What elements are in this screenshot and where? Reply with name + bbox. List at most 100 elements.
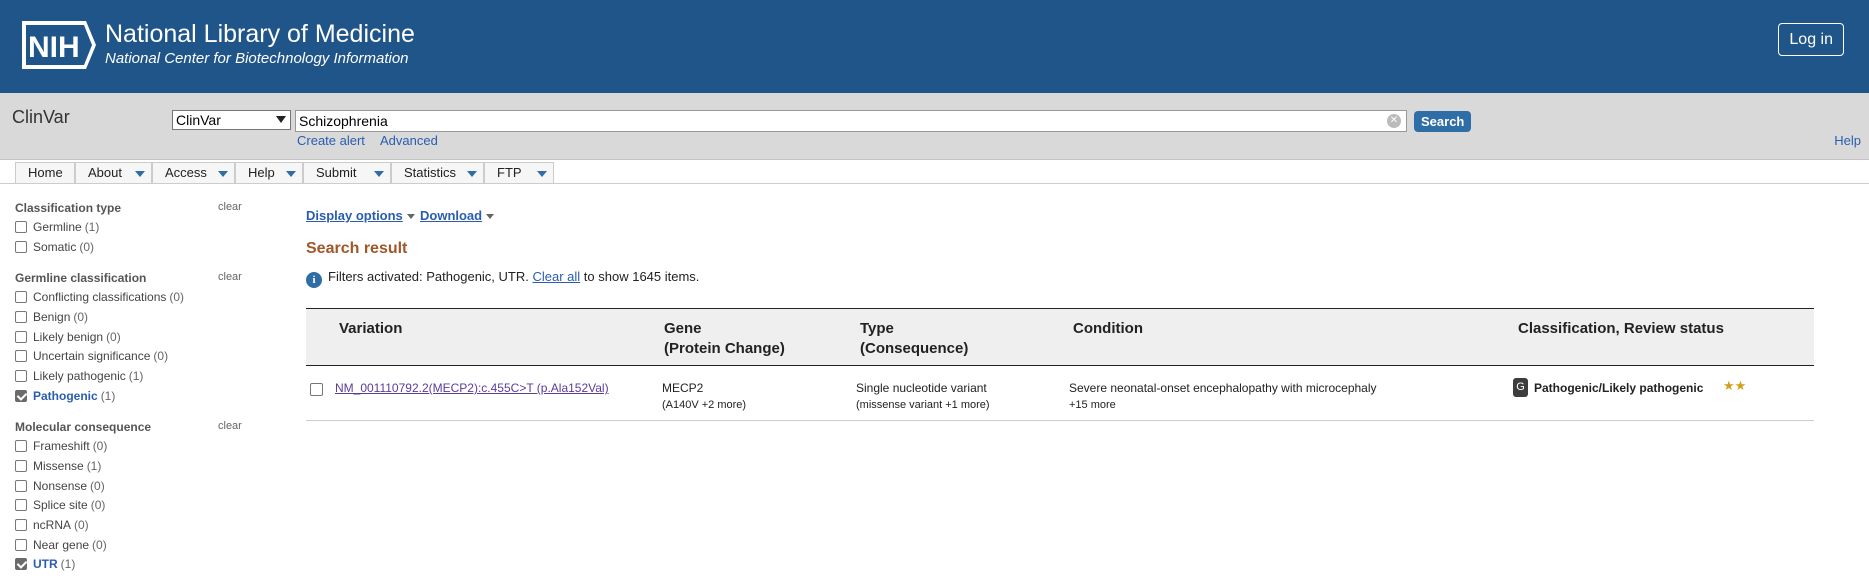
filter-label: Pathogenic bbox=[33, 389, 98, 403]
nih-title[interactable]: National Library of Medicine bbox=[105, 20, 415, 49]
filter-nonsense[interactable]: Nonsense (0) bbox=[15, 479, 105, 495]
table-row: NM_001110792.2(MECP2):c.455C>T (p.Ala152… bbox=[306, 366, 1814, 421]
filter-label: Frameshift bbox=[33, 439, 90, 453]
search-button[interactable]: Search bbox=[1414, 111, 1472, 132]
column-header-type-label: Type bbox=[860, 320, 894, 337]
filter-clear-link[interactable]: clear bbox=[218, 201, 242, 213]
checkbox[interactable] bbox=[15, 221, 27, 233]
filter-label: Benign bbox=[33, 310, 71, 324]
filter-count: (0) bbox=[169, 290, 185, 304]
consequence-cell: (missense variant +1 more) bbox=[856, 399, 990, 411]
checkbox[interactable] bbox=[15, 350, 27, 362]
filter-label: Likely pathogenic bbox=[33, 369, 126, 383]
checkbox[interactable] bbox=[15, 291, 27, 303]
filter-frameshift[interactable]: Frameshift (0) bbox=[15, 439, 107, 455]
filter-germline[interactable]: Germline (1) bbox=[15, 220, 99, 236]
germline-badge: G bbox=[1513, 378, 1528, 397]
clear-all-link[interactable]: Clear all bbox=[532, 269, 580, 284]
filter-uncertain[interactable]: Uncertain significance (0) bbox=[15, 349, 168, 365]
advanced-link[interactable]: Advanced bbox=[380, 133, 438, 148]
filter-count: (1) bbox=[60, 557, 76, 571]
nav-ftp[interactable]: FTP bbox=[484, 162, 554, 183]
create-alert-link[interactable]: Create alert bbox=[297, 133, 365, 148]
nav-about-label: About bbox=[88, 165, 122, 180]
checkbox[interactable] bbox=[15, 480, 27, 492]
variation-link[interactable]: NM_001110792.2(MECP2):c.455C>T (p.Ala152… bbox=[335, 381, 609, 395]
chevron-down-icon bbox=[374, 171, 384, 177]
checkbox-checked[interactable] bbox=[15, 558, 27, 570]
nav-help[interactable]: Help bbox=[235, 162, 303, 183]
nav-statistics-label: Statistics bbox=[404, 165, 457, 180]
search-bar: ClinVar ClinVar Schizophrenia ✕ Search C… bbox=[0, 93, 1869, 160]
nav-home[interactable]: Home bbox=[15, 162, 75, 183]
checkbox[interactable] bbox=[15, 460, 27, 472]
filter-pathogenic[interactable]: Pathogenic (1) bbox=[15, 389, 115, 405]
nav-statistics[interactable]: Statistics bbox=[391, 162, 484, 183]
nav-submit-label: Submit bbox=[316, 165, 357, 180]
filter-ncrna[interactable]: ncRNA (0) bbox=[15, 518, 89, 534]
checkbox[interactable] bbox=[15, 499, 27, 511]
checkbox[interactable] bbox=[15, 440, 27, 452]
filter-message-suffix: to show 1645 items. bbox=[583, 269, 700, 284]
filter-count: (0) bbox=[90, 479, 105, 493]
filter-conflicting[interactable]: Conflicting classifications (0) bbox=[15, 290, 184, 306]
help-link[interactable]: Help bbox=[1834, 133, 1861, 148]
clear-icon[interactable]: ✕ bbox=[1387, 114, 1401, 128]
svg-text:NIH: NIH bbox=[28, 31, 80, 64]
filter-count: (1) bbox=[128, 369, 144, 383]
display-options-label: Display options bbox=[306, 208, 403, 223]
classification-cell: Pathogenic/Likely pathogenic bbox=[1534, 381, 1704, 395]
app-name[interactable]: ClinVar bbox=[12, 107, 70, 128]
nav-submit[interactable]: Submit bbox=[303, 162, 391, 183]
nih-logo[interactable]: NIH bbox=[20, 19, 98, 71]
filter-somatic[interactable]: Somatic (0) bbox=[15, 240, 94, 256]
chevron-down-icon bbox=[286, 171, 296, 177]
filter-count: (0) bbox=[92, 538, 107, 552]
column-header-gene-sub: (Protein Change) bbox=[664, 340, 785, 357]
column-header-variation: Variation bbox=[339, 320, 403, 337]
checkbox[interactable] bbox=[15, 331, 27, 343]
chevron-down-icon bbox=[537, 171, 547, 177]
chevron-down-icon bbox=[218, 171, 228, 177]
filter-count: (0) bbox=[92, 439, 108, 453]
nav-access-label: Access bbox=[165, 165, 207, 180]
database-select[interactable]: ClinVar bbox=[172, 110, 291, 130]
condition-cell: Severe neonatal-onset encephalopathy wit… bbox=[1069, 381, 1377, 395]
display-options-link[interactable]: Display options bbox=[306, 208, 415, 223]
nih-banner: NIH National Library of Medicine Nationa… bbox=[0, 0, 1869, 93]
search-input[interactable]: Schizophrenia ✕ bbox=[295, 110, 1407, 132]
filter-likely-benign[interactable]: Likely benign (0) bbox=[15, 330, 121, 346]
filter-heading-classification-type: Classification type bbox=[15, 201, 122, 215]
login-button[interactable]: Log in bbox=[1778, 23, 1844, 56]
checkbox[interactable] bbox=[15, 241, 27, 253]
filter-splice-site[interactable]: Splice site (0) bbox=[15, 498, 105, 514]
filter-missense[interactable]: Missense (1) bbox=[15, 459, 101, 475]
column-header-condition: Condition bbox=[1073, 320, 1143, 337]
filter-benign[interactable]: Benign (0) bbox=[15, 310, 88, 326]
checkbox[interactable] bbox=[15, 519, 27, 531]
chevron-down-icon bbox=[486, 214, 495, 219]
row-checkbox[interactable] bbox=[310, 383, 323, 396]
filter-count: (0) bbox=[106, 330, 121, 344]
download-link[interactable]: Download bbox=[420, 208, 495, 223]
condition-more[interactable]: +15 more bbox=[1069, 399, 1116, 411]
database-select-value: ClinVar bbox=[176, 112, 221, 128]
checkbox[interactable] bbox=[15, 539, 27, 551]
filter-near-gene[interactable]: Near gene (0) bbox=[15, 538, 107, 554]
chevron-down-icon bbox=[406, 214, 415, 219]
checkbox[interactable] bbox=[15, 370, 27, 382]
filter-clear-link[interactable]: clear bbox=[218, 271, 242, 283]
nih-subtitle: National Center for Biotechnology Inform… bbox=[105, 50, 409, 67]
checkbox[interactable] bbox=[15, 311, 27, 323]
filter-message: i Filters activated: Pathogenic, UTR. Cle… bbox=[306, 268, 699, 288]
filter-utr[interactable]: UTR (1) bbox=[15, 557, 75, 573]
filter-label: UTR bbox=[33, 557, 58, 571]
filter-clear-link[interactable]: clear bbox=[218, 420, 242, 432]
nav-about[interactable]: About bbox=[75, 162, 152, 183]
filter-label: Conflicting classifications bbox=[33, 290, 167, 304]
filter-likely-pathogenic[interactable]: Likely pathogenic (1) bbox=[15, 369, 143, 385]
protein-change-cell: (A140V +2 more) bbox=[662, 399, 747, 411]
nav-access[interactable]: Access bbox=[152, 162, 235, 183]
filter-message-text: Filters activated: Pathogenic, UTR. bbox=[328, 269, 529, 284]
checkbox-checked[interactable] bbox=[15, 390, 27, 402]
